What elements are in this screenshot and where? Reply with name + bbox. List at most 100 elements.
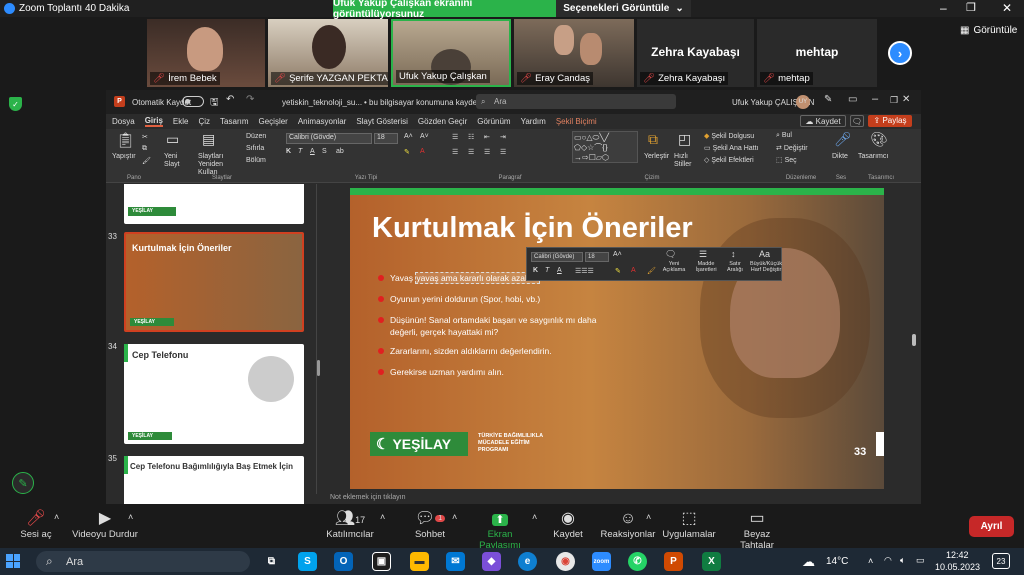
media-icon[interactable]: ▣ [372,552,391,571]
replace-button[interactable]: ⇄ Değiştir [776,144,808,152]
slide-thumbnail[interactable]: YEŞİLAY [124,184,304,224]
share-button[interactable]: ⇪ Paylaş [868,115,912,127]
slide-thumbnail[interactable]: Cep Telefonu YEŞİLAY [124,344,304,444]
slide-thumbnail[interactable]: Cep Telefonu Bağımlılığıyla Baş Etmek İç… [124,456,304,504]
tab-transitions[interactable]: Geçişler [259,117,288,126]
shape-fill-button[interactable]: ◆ Şekil Dolgusu [704,132,754,140]
pane-splitter[interactable] [317,360,320,376]
avatar[interactable]: UY [796,95,810,109]
format-painter-icon[interactable]: 🖌︎ [142,157,151,165]
mail-icon[interactable]: ✉ [446,552,465,571]
justify-icon[interactable]: ☰ [500,148,506,156]
temperature[interactable]: 14°C [826,556,848,567]
save-icon[interactable]: 🖫︎ [210,95,219,112]
quick-styles-button[interactable]: Hızlı Stiller [674,153,696,169]
skype-icon[interactable]: S [298,552,317,571]
save-location[interactable]: • bu bilgisayar konumuna kaydedildi [364,98,491,107]
line-spacing-button[interactable]: Satır Aralığı [723,261,747,273]
bold-icon[interactable]: K [286,148,291,155]
bullet-item[interactable]: Oyunun yerini doldurun (Spor, hobi, vb.) [378,293,540,305]
font-name-select[interactable]: Calibri (Gövde) [286,133,372,144]
zoom-taskbar-icon[interactable]: zoom [592,552,611,571]
chevron-up-icon[interactable]: ˄ [128,512,133,522]
mini-size-select[interactable]: 18 [585,252,609,262]
selected-text[interactable]: yavaş ama kararlı olarak azaltın. [415,272,540,284]
comment-icon[interactable]: 🗨︎ [850,115,864,127]
tab-design[interactable]: Tasarım [220,117,248,126]
quick-styles-icon[interactable]: ◰ [678,131,691,148]
reuse-slides-icon[interactable]: ▤ [202,131,215,148]
participant-tile[interactable]: 🎤︎ İrem Bebek [147,19,265,87]
participant-tile[interactable]: 🎤︎ Eray Candaş [514,19,634,87]
tab-help[interactable]: Yardım [521,117,546,126]
microphone-icon[interactable]: 🎤︎ [834,131,852,148]
share-screen-button[interactable]: ⬆ Ekran Paylaşımı [466,509,534,551]
shape-effects-button[interactable]: ◇ Şekil Efektleri [704,156,754,164]
tab-view[interactable]: Görünüm [477,117,510,126]
font-color-icon[interactable]: A [420,148,425,155]
new-comment-icon[interactable]: 🗨︎ [665,249,676,260]
clock-date[interactable]: 10.05.2023 [935,562,980,572]
tab-slideshow[interactable]: Slayt Gösterisi [356,117,408,126]
underline-icon[interactable]: A [557,267,562,274]
leave-button[interactable]: Ayrıl [969,516,1014,537]
copy-icon[interactable]: ⧉ [142,145,147,153]
mini-font-select[interactable]: Calibri (Gövde) [531,252,583,262]
maximize-icon[interactable]: ❐ [966,1,976,14]
bold-icon[interactable]: K [533,267,538,274]
notes-pane[interactable]: Not eklemek için tıklayın [316,494,921,504]
participant-tile-active[interactable]: Ufuk Yakup Çalışkan [391,19,511,87]
mute-button[interactable]: 🎤︎ Sesi aç [18,509,54,540]
slide-thumbnails-pane[interactable]: YEŞİLAY 33 Kurtulmak İçin Öneriler YEŞİL… [106,184,316,504]
tab-draw[interactable]: Çiz [198,117,210,126]
increase-indent-icon[interactable]: ⇥ [500,133,506,141]
designer-icon[interactable]: 🎨︎ [870,131,888,148]
participant-tile[interactable]: 🎤︎ Şerife YAZGAN PEKTAŞ [268,19,388,87]
bullet-item[interactable]: Yavaş yavaş ama kararlı olarak azaltın. [378,272,540,284]
shield-icon[interactable]: ✓ [9,97,22,111]
grow-font-icon[interactable]: A˄ [613,251,622,258]
tab-review[interactable]: Gözden Geçir [418,117,467,126]
bullet-item[interactable]: Zararlarını, sizden aldıklarını değerlen… [378,345,552,357]
slide-thumbnail-selected[interactable]: Kurtulmak İçin Öneriler YEŞİLAY [124,232,304,332]
taskbar-search[interactable]: ⌕ Ara [36,551,250,572]
annotate-pen-icon[interactable]: ✎ [12,472,34,494]
outlook-icon[interactable]: O [334,552,353,571]
new-comment-button[interactable]: Yeni Açıklama [661,261,687,273]
whatsapp-icon[interactable]: ✆ [628,552,647,571]
bullet-item[interactable]: Gerekirse uzman yardımı alın. [378,366,504,378]
highlight-icon[interactable]: ✎ [615,267,621,275]
strikethrough-icon[interactable]: ab [336,148,344,155]
apps-button[interactable]: ⬚ Uygulamalar [660,509,718,540]
next-page-button[interactable]: › [888,41,912,65]
find-button[interactable]: ⌕ Bul [776,132,792,140]
font-size-select[interactable]: 18 [374,133,398,144]
paste-button[interactable]: Yapıştır [112,153,136,160]
close-icon[interactable]: ✕ [1002,1,1012,15]
arrange-button[interactable]: Yerleştir [644,153,669,160]
align-icon[interactable]: ☰☰☰ [575,267,594,275]
bullet-item[interactable]: Düşünün! Sanal ortamdaki başarı ve saygı… [378,314,618,338]
file-name[interactable]: yetiskin_teknoloji_su... [282,98,362,107]
minimize-icon[interactable]: – [872,93,878,105]
align-right-icon[interactable]: ☰ [484,148,490,156]
notification-badge[interactable]: 23 [992,553,1010,569]
bullets-button[interactable]: Madde İşaretleri [691,261,721,273]
highlight-icon[interactable]: ✎ [404,148,410,156]
tab-home[interactable]: Giriş [144,116,163,127]
battery-icon[interactable]: ▭ [916,555,925,566]
tab-animations[interactable]: Animasyonlar [298,117,346,126]
chevron-up-icon[interactable]: ˄ [54,512,59,522]
chevron-up-icon[interactable]: ˄ [452,512,457,522]
app-icon[interactable]: ◆ [482,552,501,571]
new-slide-button[interactable]: Yeni Slayt [164,153,194,169]
undo-icon[interactable]: ↶ [226,94,234,105]
restore-icon[interactable]: ❐ [890,95,898,106]
shrink-font-icon[interactable]: A˅ [420,133,429,140]
close-icon[interactable]: ✕ [902,94,910,105]
view-options-button[interactable]: Seçenekleri Görüntüle ⌄ [556,0,691,17]
tab-file[interactable]: Dosya [112,117,135,126]
participant-tile[interactable]: Zehra Kayabaşı 🎤︎ Zehra Kayabaşı [637,19,754,87]
chevron-up-icon[interactable]: ˄ [646,512,651,522]
participant-tile[interactable]: mehtap 🎤︎ mehtap [757,19,877,87]
